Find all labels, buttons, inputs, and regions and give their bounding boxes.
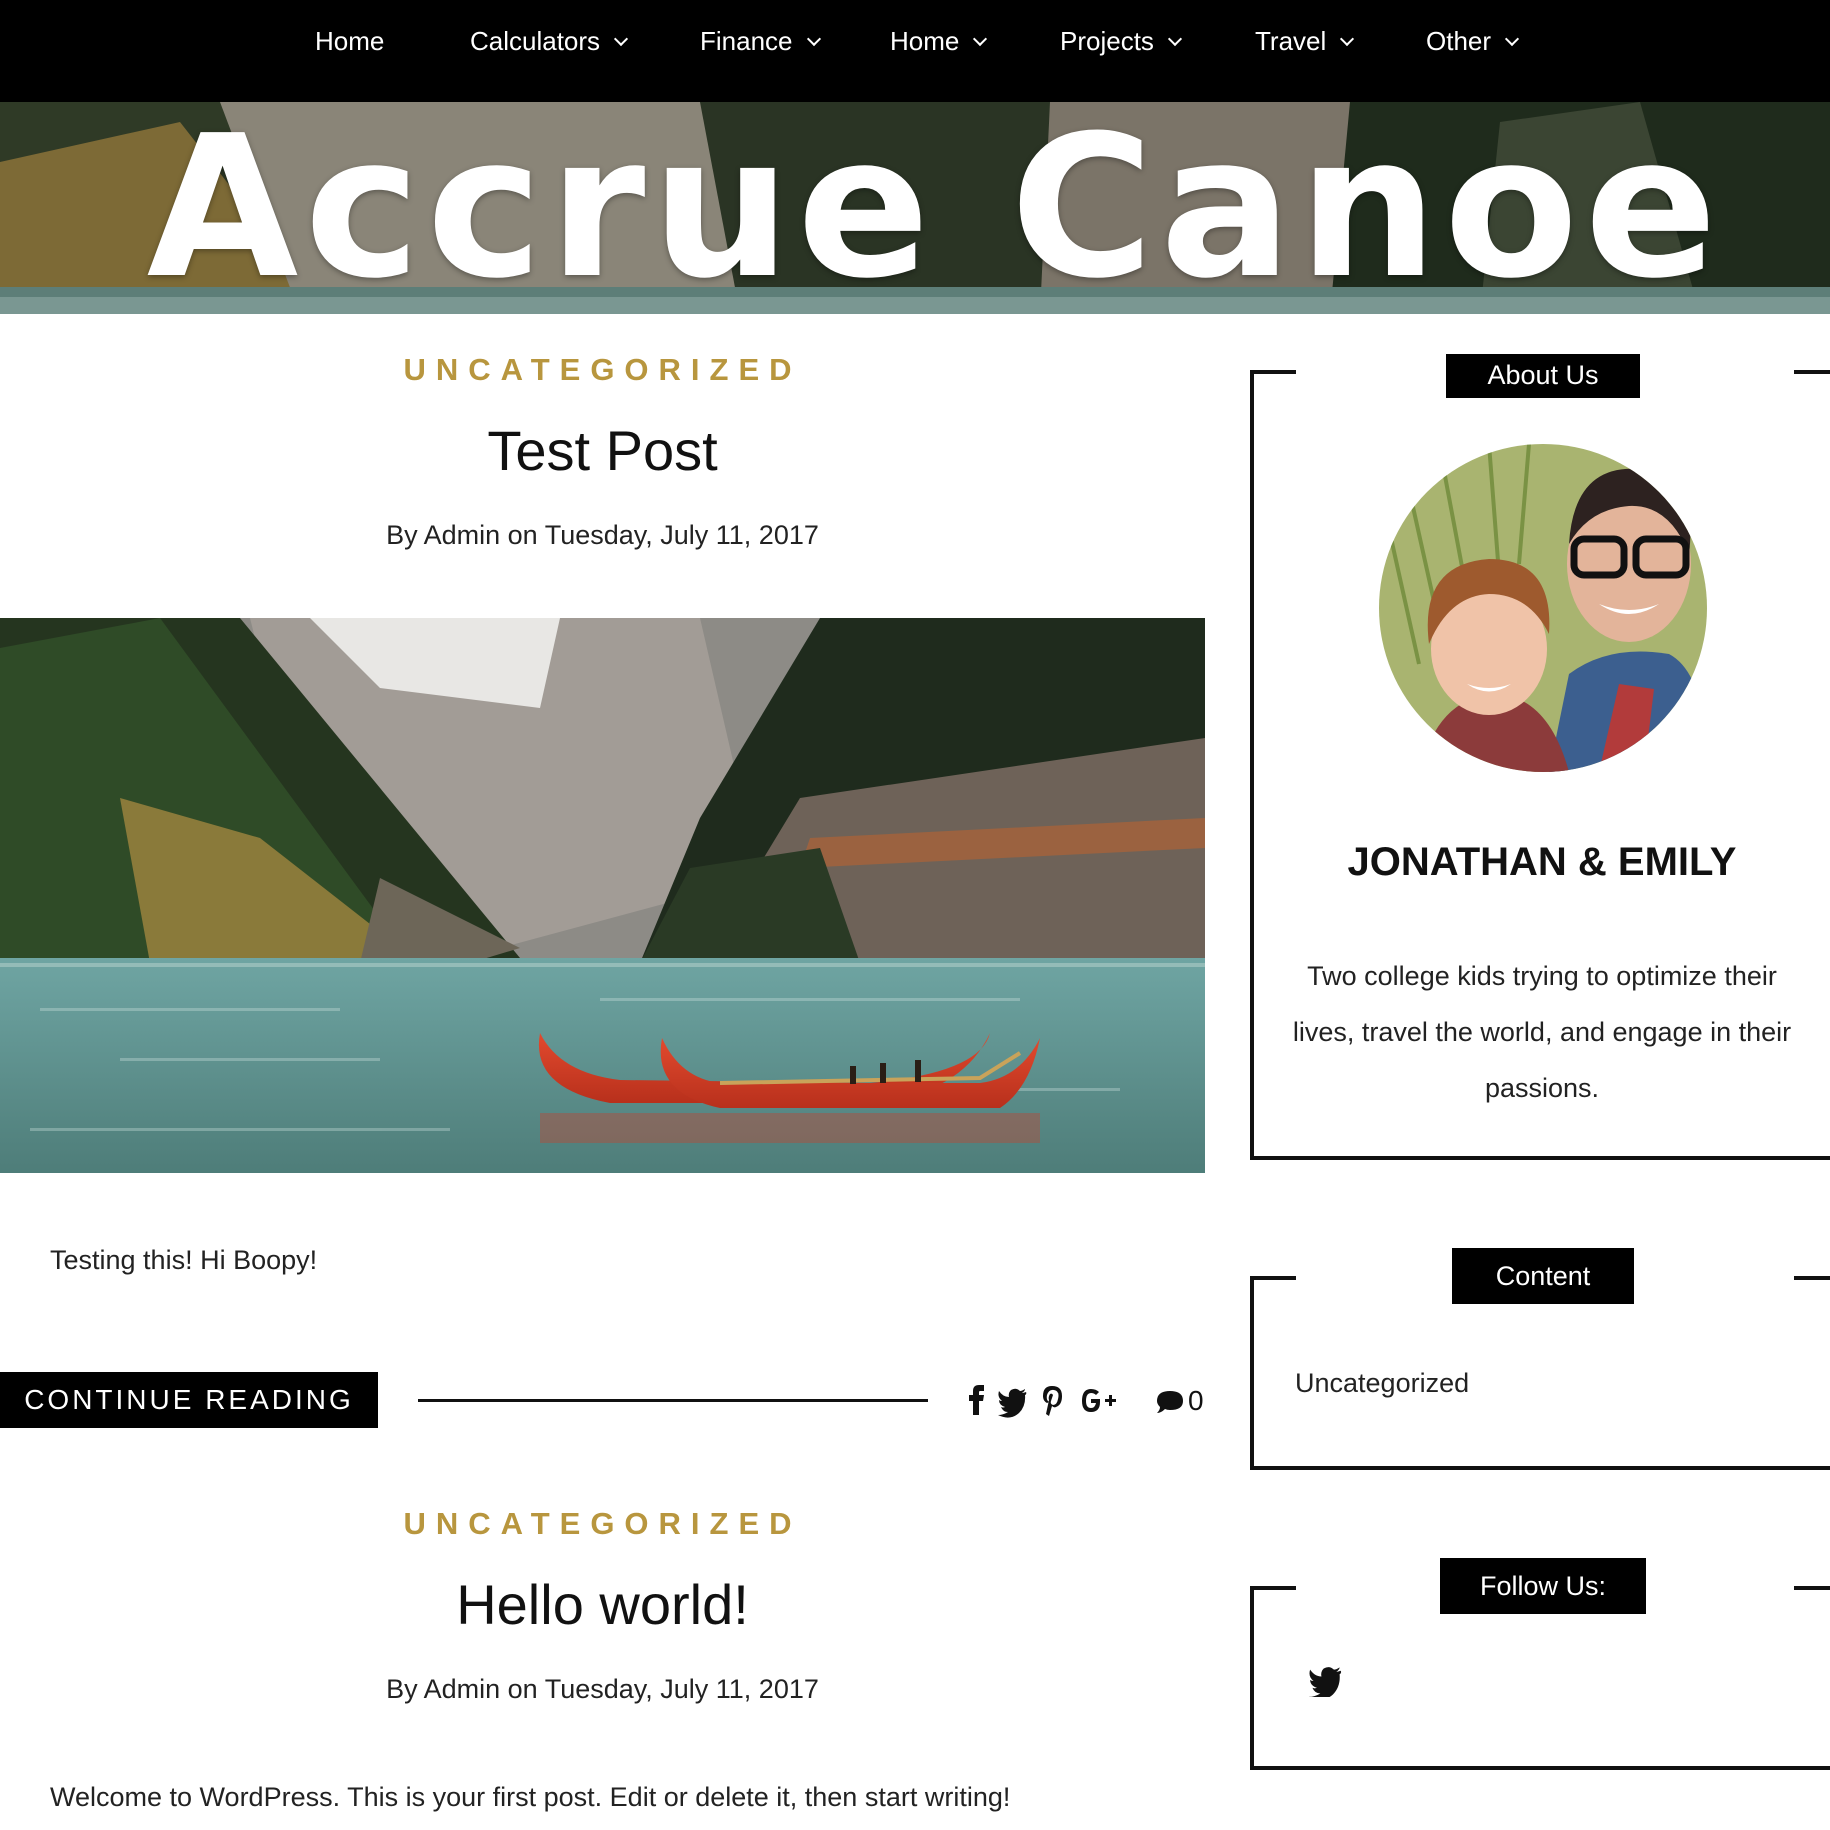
continue-reading-button[interactable]: CONTINUE READING	[0, 1372, 378, 1428]
chevron-down-icon	[1504, 31, 1520, 47]
post-excerpt: Welcome to WordPress. This is your first…	[50, 1782, 1011, 1812]
post-meta: By Admin on Tuesday, July 11, 2017	[386, 520, 819, 550]
twitter-icon[interactable]	[998, 1381, 1028, 1421]
site-title[interactable]: Accrue Canoe	[0, 102, 1830, 314]
nav-item-label: Finance	[700, 26, 793, 56]
nav-item-label: Calculators	[470, 26, 601, 56]
google-plus-icon[interactable]	[1078, 1381, 1118, 1421]
nav-item-label: Travel	[1255, 26, 1327, 56]
facebook-icon[interactable]	[966, 1381, 988, 1421]
twitter-icon[interactable]	[1309, 1665, 1343, 1697]
nav-item-label: Home	[890, 26, 960, 56]
post-title[interactable]: Test Post	[0, 418, 1205, 483]
widget-border-tick	[1794, 1586, 1830, 1590]
widget-border-tick	[1794, 1276, 1830, 1280]
avatar-photo	[1379, 444, 1707, 772]
nav-item-label: Home	[315, 26, 385, 56]
nav-item-other[interactable]: Other	[1426, 20, 1520, 62]
nav-item-label: Projects	[1060, 26, 1154, 56]
post-title[interactable]: Hello world!	[0, 1572, 1205, 1637]
chevron-down-icon	[1167, 31, 1182, 47]
site-header-banner[interactable]: Accrue Canoe	[0, 102, 1830, 314]
about-us-title: About Us	[1446, 354, 1640, 398]
widget-border-tick	[1250, 1586, 1296, 1590]
nav-item-calculators[interactable]: Calculators	[470, 20, 629, 62]
nav-item-finance[interactable]: Finance	[700, 20, 821, 62]
nav-item-projects[interactable]: Projects	[1060, 20, 1182, 62]
nav-item-home-dropdown[interactable]: Home	[890, 20, 988, 62]
post-excerpt: Testing this! Hi Boopy!	[50, 1245, 318, 1275]
chevron-down-icon	[613, 31, 629, 47]
avatar	[1379, 444, 1707, 772]
post-category[interactable]: UNCATEGORIZED	[0, 1506, 1205, 1542]
widget-border-tick	[1250, 370, 1296, 374]
post-featured-image[interactable]	[0, 618, 1205, 1173]
chevron-down-icon	[1340, 31, 1355, 47]
about-name: JONATHAN & EMILY	[1347, 840, 1737, 884]
about-description: Two college kids trying to optimize thei…	[1292, 961, 1792, 1103]
content-title: Content	[1452, 1248, 1634, 1304]
comment-count[interactable]: 0	[1188, 1381, 1204, 1421]
nav-item-travel[interactable]: Travel	[1255, 20, 1355, 62]
chevron-down-icon	[806, 31, 821, 47]
chevron-down-icon	[973, 31, 988, 47]
top-navigation: Home Calculators Finance Home Projects T…	[0, 0, 1830, 102]
widget-border-tick	[1794, 370, 1830, 374]
category-link-uncategorized[interactable]: Uncategorized	[1295, 1368, 1469, 1399]
pinterest-icon[interactable]	[1040, 1381, 1064, 1421]
nav-item-home[interactable]: Home	[315, 20, 384, 62]
nav-item-label: Other	[1426, 26, 1492, 56]
post-meta: By Admin on Tuesday, July 11, 2017	[386, 1674, 819, 1704]
comment-icon[interactable]	[1155, 1381, 1185, 1421]
divider-line	[418, 1399, 928, 1402]
widget-border-tick	[1250, 1276, 1296, 1280]
post-category[interactable]: UNCATEGORIZED	[0, 352, 1205, 388]
lake-canoes-image	[0, 618, 1205, 1173]
follow-us-title: Follow Us:	[1440, 1558, 1646, 1614]
